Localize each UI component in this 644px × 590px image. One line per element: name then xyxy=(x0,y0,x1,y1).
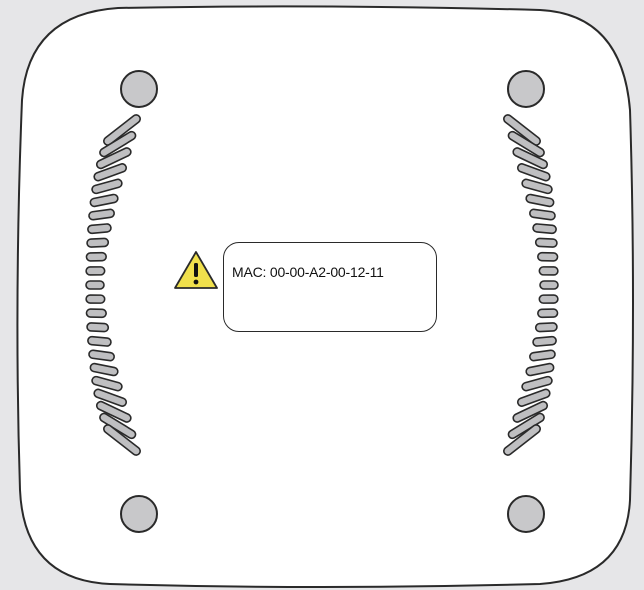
vent-slot xyxy=(534,322,558,333)
vent-slot xyxy=(85,294,106,304)
vent-slot xyxy=(532,335,557,347)
vent-slot xyxy=(539,280,559,290)
warning-triangle-icon xyxy=(173,250,219,290)
mac-address-label: MAC: 00-00-A2-00-12-11 xyxy=(223,242,437,332)
foot-bottom-left xyxy=(120,495,158,533)
vent-slot xyxy=(538,266,559,276)
vent-slot xyxy=(85,280,105,290)
vent-slot xyxy=(87,223,112,235)
vent-slot xyxy=(537,308,559,319)
foot-top-right xyxy=(507,70,545,108)
vent-slot xyxy=(86,237,110,248)
vent-slot xyxy=(85,266,106,276)
vent-slot xyxy=(85,251,107,262)
vent-slot xyxy=(538,294,559,304)
vent-slot xyxy=(537,251,559,262)
foot-top-left xyxy=(120,70,158,108)
vent-slot xyxy=(86,322,110,333)
vent-slot xyxy=(87,335,112,347)
device-bottom-view: MAC: 00-00-A2-00-12-11 xyxy=(0,0,644,590)
vent-slot xyxy=(532,223,557,235)
vent-slot xyxy=(85,308,107,319)
vent-slot xyxy=(534,237,558,248)
mac-address-text: MAC: 00-00-A2-00-12-11 xyxy=(232,264,384,280)
foot-bottom-right xyxy=(507,495,545,533)
